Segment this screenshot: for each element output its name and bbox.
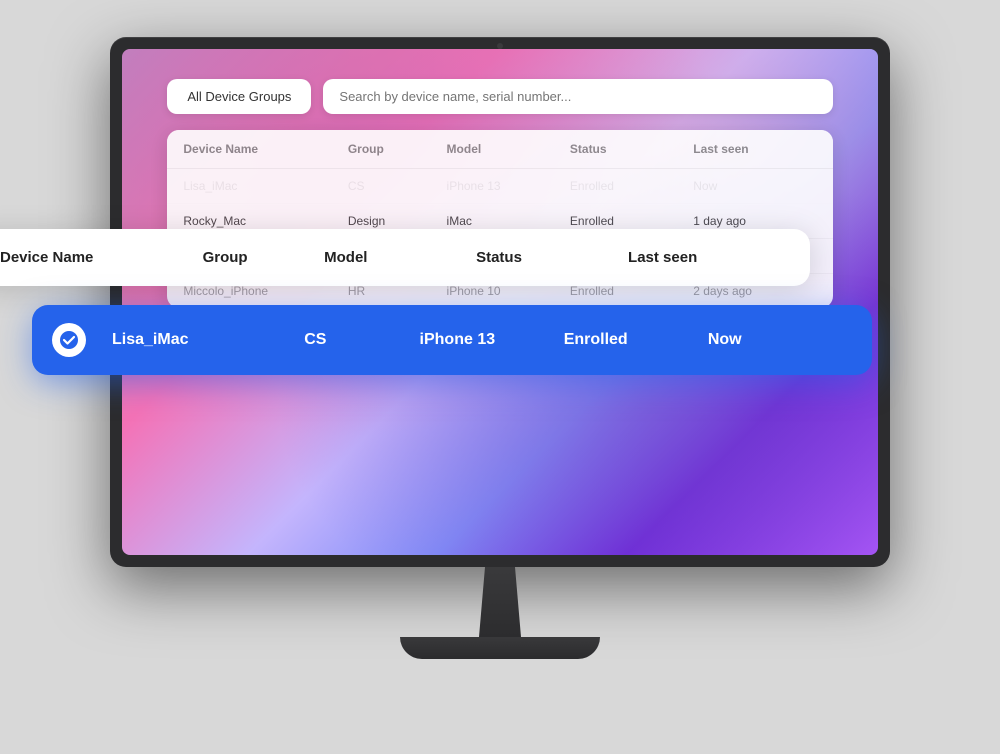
check-icon xyxy=(52,323,86,357)
table-header: Device Name Group Model Status Last seen xyxy=(167,130,832,169)
selected-device-name: Lisa_iMac xyxy=(112,331,304,349)
col-header-last-seen: Last seen xyxy=(628,249,780,266)
col-header-group: Group xyxy=(203,249,325,266)
th-device-name: Device Name xyxy=(183,142,347,156)
th-model: Model xyxy=(447,142,570,156)
cell-model-1: iMac xyxy=(447,214,570,228)
monitor-stand-neck xyxy=(470,567,530,637)
table-header-floating: Device Name Group Model Status Last seen xyxy=(0,229,810,286)
cell-model-0: iPhone 13 xyxy=(447,179,570,193)
col-header-status: Status xyxy=(476,249,628,266)
cell-group-0: CS xyxy=(348,179,447,193)
cell-last-seen-1: 1 day ago xyxy=(693,214,816,228)
selected-status: Enrolled xyxy=(564,331,708,349)
cell-status-0: Enrolled xyxy=(570,179,693,193)
cell-last-seen-3: 2 days ago xyxy=(693,284,816,298)
th-status: Status xyxy=(570,142,693,156)
selected-group: CS xyxy=(304,331,419,349)
col-header-device-name: Device Name xyxy=(0,249,203,266)
device-groups-button[interactable]: All Device Groups xyxy=(167,79,311,114)
cell-last-seen-0: Now xyxy=(693,179,816,193)
selected-model: iPhone 13 xyxy=(420,331,564,349)
cell-status-1: Enrolled xyxy=(570,214,693,228)
selected-table-row[interactable]: Lisa_iMac CS iPhone 13 Enrolled Now xyxy=(32,305,872,375)
th-group: Group xyxy=(348,142,447,156)
screen: All Device Groups Device Name Group Mode… xyxy=(122,49,878,555)
monitor-bezel: All Device Groups Device Name Group Mode… xyxy=(110,37,890,567)
col-header-model: Model xyxy=(324,249,476,266)
cell-device-name-3: Miccolo_iPhone xyxy=(183,284,347,298)
th-last-seen: Last seen xyxy=(693,142,816,156)
cell-status-3: Enrolled xyxy=(570,284,693,298)
search-input[interactable] xyxy=(323,79,832,114)
cell-device-name-1: Rocky_Mac xyxy=(183,214,347,228)
search-area: All Device Groups xyxy=(167,79,832,114)
cell-device-name-0: Lisa_iMac xyxy=(183,179,347,193)
cell-group-3: HR xyxy=(348,284,447,298)
selected-last-seen: Now xyxy=(708,331,852,349)
cell-model-3: iPhone 10 xyxy=(447,284,570,298)
table-row-selected-placeholder[interactable]: Lisa_iMac CS iPhone 13 Enrolled Now xyxy=(167,169,832,204)
screen-content: All Device Groups Device Name Group Mode… xyxy=(122,49,878,555)
cell-group-1: Design xyxy=(348,214,447,228)
app-wrapper: Device Name Group Model Status Last seen… xyxy=(50,37,950,717)
monitor-stand-base xyxy=(400,637,600,659)
